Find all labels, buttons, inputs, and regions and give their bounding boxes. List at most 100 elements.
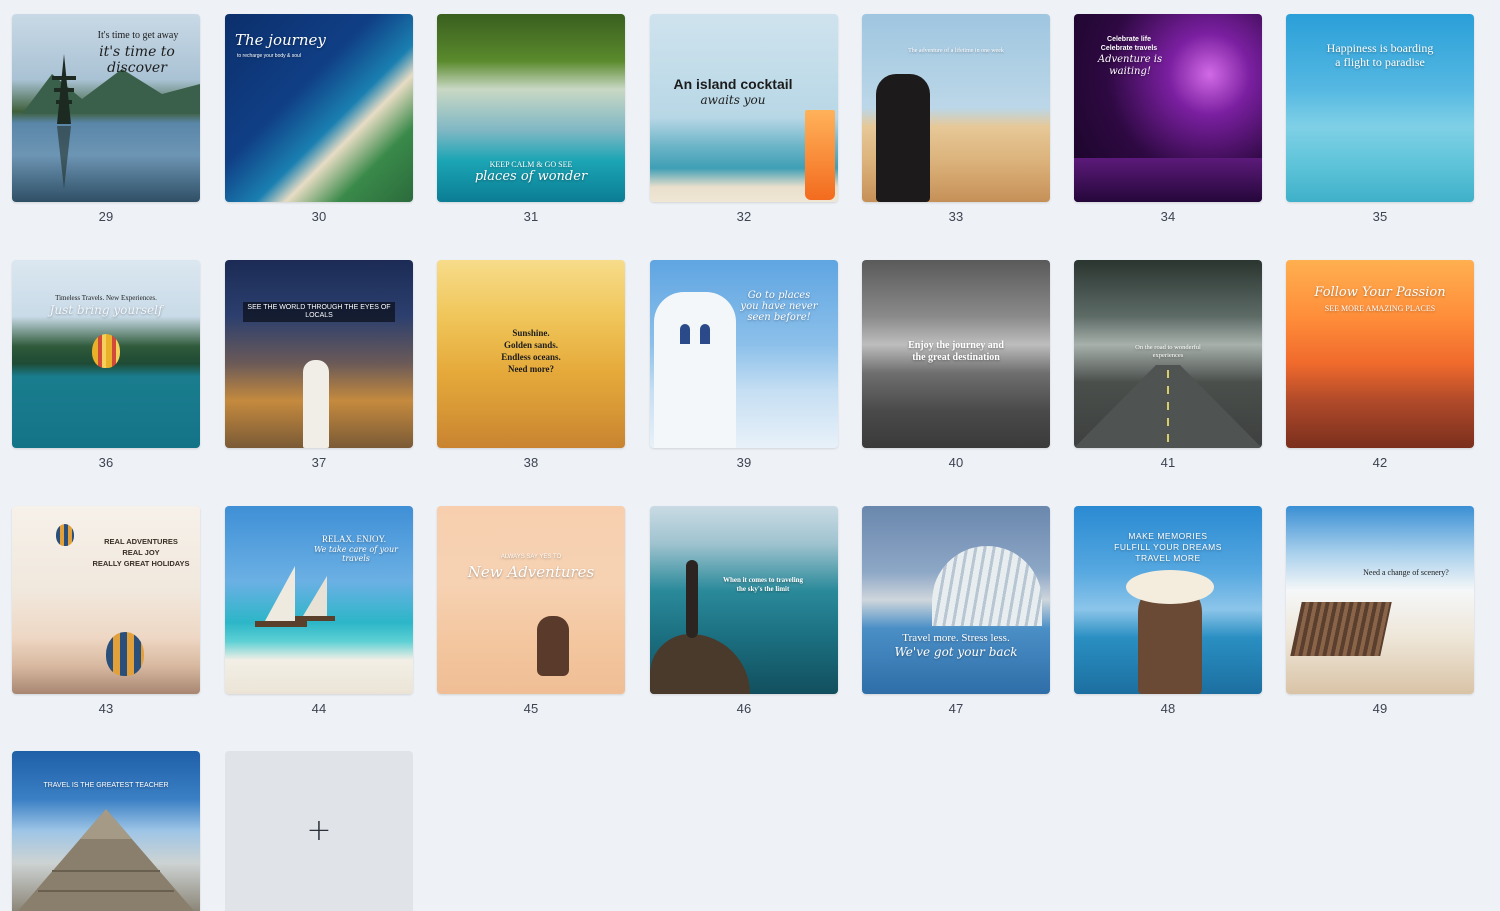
rock — [650, 634, 750, 694]
page-thumbnail-36[interactable]: Timeless Travels. New Experiences. Just … — [12, 260, 200, 448]
page-number: 35 — [1372, 209, 1388, 224]
caption-line: TRAVEL MORE — [1135, 553, 1201, 563]
page-thumbnail-33[interactable]: The adventure of a lifetime in one week — [862, 14, 1050, 202]
caption-line: the great destination — [912, 352, 1000, 363]
person-silhouette — [686, 560, 698, 638]
page-thumbnail-39[interactable]: Go to places you have never seen before! — [650, 260, 838, 448]
page-thumbnail-40[interactable]: Enjoy the journey and the great destinat… — [862, 260, 1050, 448]
caption-line: RELAX. ENJOY. — [321, 534, 387, 544]
page-thumbnail-34[interactable]: Celebrate life Celebrate travels Adventu… — [1074, 14, 1262, 202]
page-thumbnail-37[interactable]: SEE THE WORLD THROUGH THE EYES OF LOCALS — [225, 260, 413, 448]
page-number: 33 — [948, 209, 964, 224]
caption-script: Adventure is waiting! — [1097, 54, 1163, 77]
caption-line: The adventure of a lifetime in one week — [908, 48, 1004, 54]
page-thumbnail-46[interactable]: When it comes to traveling the sky's the… — [650, 506, 838, 694]
caption-line: When it comes to traveling — [722, 576, 804, 584]
page-thumbnail-49[interactable]: Need a change of scenery? — [1286, 506, 1474, 694]
plus-icon: + — [306, 813, 332, 848]
caption-script: seen before! — [747, 312, 811, 323]
page-number: 41 — [1160, 455, 1176, 470]
caption-line: FULFILL YOUR DREAMS — [1114, 542, 1222, 552]
page-thumbnail-48[interactable]: MAKE MEMORIES FULFILL YOUR DREAMS TRAVEL… — [1074, 506, 1262, 694]
page-number: 29 — [98, 209, 114, 224]
pyramid-illustration — [18, 809, 194, 911]
page-thumbnail-41[interactable]: On the road to wonderful experiences — [1074, 260, 1262, 448]
caption-line: Happiness is boarding — [1326, 41, 1434, 55]
beach-chairs — [1290, 602, 1392, 656]
hot-air-balloon — [56, 524, 74, 546]
caption-line: Endless oceans. — [501, 352, 561, 362]
page-number: 38 — [523, 455, 539, 470]
caption-line: TRAVEL IS THE GREATEST TEACHER — [43, 782, 169, 789]
page-thumbnail-42[interactable]: Follow Your Passion SEE MORE AMAZING PLA… — [1286, 260, 1474, 448]
page-number: 34 — [1160, 209, 1176, 224]
person-silhouette — [537, 616, 569, 676]
caption-script: We've got your back — [894, 645, 1018, 659]
caption-line: SEE THE WORLD THROUGH THE EYES OF LOCALS — [243, 302, 395, 323]
page-thumbnail-29[interactable]: It's time to get away it's time to disco… — [12, 14, 200, 202]
page-number: 40 — [948, 455, 964, 470]
page-number: 30 — [311, 209, 327, 224]
caption-script: it's time to discover — [99, 44, 175, 77]
page-thumbnail-43[interactable]: REAL ADVENTURES REAL JOY REALLY GREAT HO… — [12, 506, 200, 694]
caption-line: REAL ADVENTURES — [104, 537, 178, 546]
page-number: 45 — [523, 701, 539, 716]
caption-script: Just bring yourself — [49, 303, 163, 317]
caption-line: Need a change of scenery? — [1363, 568, 1449, 577]
caption-line: ALWAYS SAY YES TO — [500, 554, 562, 560]
caption-line: KEEP CALM & GO SEE — [489, 160, 573, 169]
caption-line: On the road to wonderful — [1135, 344, 1201, 351]
page-thumbnail-45[interactable]: ALWAYS SAY YES TO New Adventures — [437, 506, 625, 694]
blue-window — [680, 324, 690, 344]
page-thumbnail-30[interactable]: The journey to recharge your body & soul — [225, 14, 413, 202]
caption-script: you have never — [740, 301, 818, 312]
page-thumbnail-47[interactable]: Travel more. Stress less. We've got your… — [862, 506, 1050, 694]
page-number: 44 — [311, 701, 327, 716]
caption-script: places of wonder — [474, 169, 588, 184]
page-thumbnail-32[interactable]: An island cocktail awaits you — [650, 14, 838, 202]
page-number: 42 — [1372, 455, 1388, 470]
caption-line: the sky's the limit — [736, 585, 790, 593]
building-arches — [932, 546, 1042, 626]
caption-line: It's time to get away — [97, 30, 179, 41]
page-thumbnail-50[interactable]: TRAVEL IS THE GREATEST TEACHER — [12, 751, 200, 911]
caption-line: a flight to paradise — [1335, 55, 1425, 69]
page-thumbnail-44[interactable]: RELAX. ENJOY. We take care of your trave… — [225, 506, 413, 694]
caption-script: We take care of your travels — [314, 545, 398, 564]
page-number: 36 — [98, 455, 114, 470]
caption-line: Need more? — [507, 364, 555, 374]
page-number: 43 — [98, 701, 114, 716]
caption-line: REALLY GREAT HOLIDAYS — [92, 559, 190, 568]
pages-grid: It's time to get away it's time to disco… — [0, 0, 1500, 911]
page-number: 32 — [736, 209, 752, 224]
page-thumbnail-38[interactable]: Sunshine. Golden sands. Endless oceans. … — [437, 260, 625, 448]
add-page-button[interactable]: + — [225, 751, 413, 911]
cocktail-glass — [805, 110, 835, 200]
page-number: 39 — [736, 455, 752, 470]
caption-script: Follow Your Passion — [1314, 285, 1446, 300]
person-silhouette — [876, 74, 930, 202]
caption-line: SEE MORE AMAZING PLACES — [1324, 304, 1436, 313]
page-number: 31 — [523, 209, 539, 224]
caption-script: The journey — [235, 31, 326, 49]
person-silhouette — [303, 360, 329, 448]
caption-line: Celebrate life — [1107, 36, 1151, 43]
sun-hat — [1126, 570, 1214, 604]
page-thumbnail-31[interactable]: KEEP CALM & GO SEE places of wonder — [437, 14, 625, 202]
caption-script: awaits you — [700, 93, 766, 107]
caption-line: Sunshine. — [512, 328, 550, 338]
caption-line: Travel more. Stress less. — [902, 632, 1010, 644]
caption-line: Golden sands. — [503, 340, 559, 350]
blue-window — [700, 324, 710, 344]
hot-air-balloon — [92, 334, 120, 368]
caption-line: An island cocktail — [673, 76, 793, 92]
page-thumbnail-35[interactable]: Happiness is boarding a flight to paradi… — [1286, 14, 1474, 202]
pagoda-illustration — [22, 54, 200, 189]
caption-line: REAL JOY — [122, 548, 160, 557]
white-bell-tower — [654, 292, 736, 448]
hot-air-balloon — [106, 632, 144, 676]
page-number: 46 — [736, 701, 752, 716]
caption-line: MAKE MEMORIES — [1128, 531, 1208, 541]
caption-line: Timeless Travels. New Experiences. — [55, 294, 157, 302]
page-number: 37 — [311, 455, 327, 470]
